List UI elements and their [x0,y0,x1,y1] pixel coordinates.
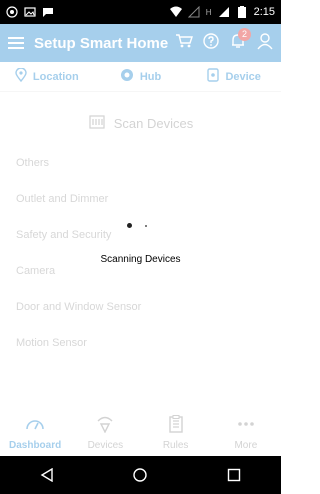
more-icon [236,415,256,436]
scanning-status-text: Scanning Devices [100,254,181,265]
battery-icon [236,6,248,18]
rules-icon [168,415,184,436]
h-signal-label: H [205,7,212,17]
loading-spinner-icon [127,223,151,231]
signal-icon [218,6,230,18]
location-pin-icon [15,67,27,85]
message-icon [42,6,54,18]
nav-dashboard[interactable]: Dashboard [0,410,70,456]
category-label: Camera [16,265,56,277]
gallery-icon [24,6,36,18]
tab-hub-label: Hub [139,70,162,83]
app-bar: Setup Smart Home 2 [0,24,281,62]
status-left-icons [6,6,54,18]
category-others[interactable]: Others [0,145,281,181]
nav-devices-label: Devices [87,440,124,451]
tab-location-label: Location [32,70,79,83]
category-label: Door and Window Sensor [16,301,142,313]
tab-device[interactable]: Device [187,62,281,91]
nav-rules[interactable]: Rules [141,410,211,456]
home-icon[interactable] [128,463,152,487]
account-icon[interactable] [257,32,273,55]
category-label: Safety and Security [16,229,112,241]
nav-devices[interactable]: Devices [70,410,140,456]
status-right-icons: H 2:15 [169,6,275,18]
tab-device-label: Device [225,70,261,83]
page-title: Setup Smart Home [34,34,169,52]
status-time: 2:15 [253,6,275,18]
notification-badge: 2 [238,27,251,41]
nav-more[interactable]: More [211,410,281,456]
category-label: Others [16,157,50,169]
tab-location[interactable]: Location [0,62,94,91]
system-nav-bar [0,456,281,494]
setup-steps-tabs: Location Hub Device [0,62,281,92]
tab-hub[interactable]: Hub [94,62,188,91]
whatsapp-icon [6,6,18,18]
category-label: Motion Sensor [16,337,87,349]
category-outlet-and-dimmer[interactable]: Outlet and Dimmer [0,181,281,217]
no-signal-icon [187,6,200,18]
help-icon[interactable] [203,32,219,54]
category-motion-sensor[interactable]: Motion Sensor [0,325,281,361]
recents-icon[interactable] [222,463,246,487]
category-door-and-window-sensor[interactable]: Door and Window Sensor [0,289,281,325]
nav-rules-label: Rules [162,440,189,451]
bell-icon[interactable]: 2 [229,27,251,55]
scan-devices-button[interactable]: Scan Devices [0,108,281,138]
cart-icon[interactable] [175,33,193,54]
back-icon[interactable] [35,463,59,487]
wifi-icon [169,6,182,18]
nav-dashboard-label: Dashboard [9,440,62,451]
device-icon [207,68,220,85]
scan-icon [88,114,106,133]
nav-more-label: More [234,440,258,451]
device-category-list: Others Outlet and Dimmer Safety and Secu… [0,145,281,361]
devices-icon [95,415,115,436]
category-label: Outlet and Dimmer [16,193,109,205]
dashboard-icon [25,415,45,436]
scan-devices-label: Scan Devices [113,115,194,131]
app-bar-actions: 2 [175,27,273,55]
status-bar: H 2:15 [0,0,281,24]
hub-icon [120,68,134,85]
bottom-nav: Dashboard Devices Rules More [0,410,281,456]
menu-icon[interactable] [8,34,24,52]
